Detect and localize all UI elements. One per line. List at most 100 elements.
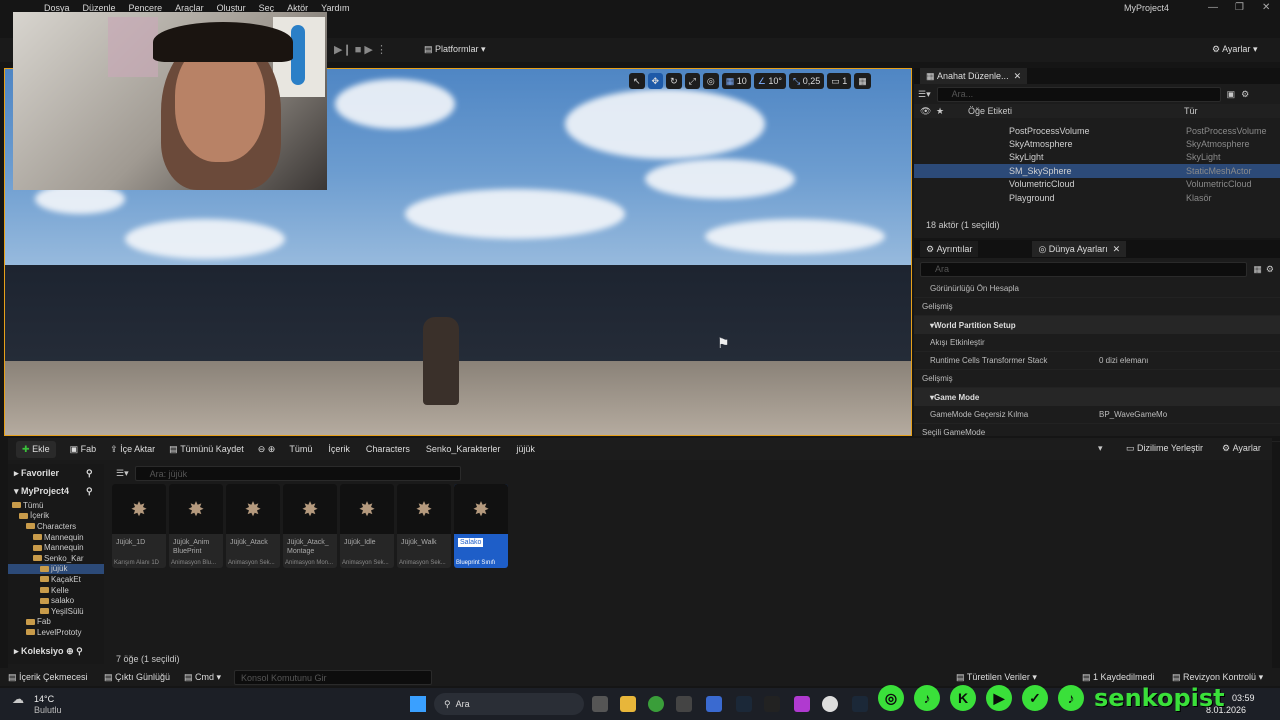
- details-section[interactable]: ▾ Game Mode: [914, 388, 1280, 406]
- breadcrumb-item[interactable]: İçerik: [328, 444, 350, 454]
- asset-tile[interactable]: ✸ Salako Blueprint Sınıfı: [454, 484, 508, 568]
- outliner-row[interactable]: SkyLight SkyLight: [914, 151, 1280, 164]
- add-button[interactable]: ✚ Ekle: [16, 440, 56, 458]
- content-settings-button[interactable]: ⚙ Ayarlar: [1222, 443, 1261, 454]
- outliner-tab[interactable]: ▦ Anahat Düzenle... ✕: [920, 68, 1028, 84]
- details-property-row[interactable]: GameMode Geçersiz Kılma BP_WaveGameMo: [914, 406, 1280, 424]
- rotate-tool-icon[interactable]: ↻: [666, 73, 682, 89]
- play-controls[interactable]: ▶❙ ■ ▶ ⋮: [334, 43, 387, 56]
- tree-folder[interactable]: Tümü: [8, 500, 104, 511]
- settings-button[interactable]: ⚙ Ayarlar ▾: [1212, 44, 1257, 55]
- content-drawer-button[interactable]: ▤ İçerik Çekmecesi: [8, 672, 88, 683]
- steam-icon[interactable]: [736, 696, 752, 712]
- breadcrumb-item[interactable]: Senko_Karakterler: [426, 444, 501, 454]
- outliner-row[interactable]: SM_SkySphere StaticMeshActor: [914, 164, 1280, 178]
- scale-tool-icon[interactable]: ⤢: [684, 73, 700, 89]
- player-start-icon[interactable]: ⚑: [717, 335, 730, 352]
- epic-icon[interactable]: [764, 696, 780, 712]
- tree-folder[interactable]: LevelPrototy: [8, 627, 104, 638]
- maximize-icon[interactable]: ❐: [1235, 2, 1244, 13]
- move-tool-icon[interactable]: ✥: [647, 73, 664, 89]
- history-icons[interactable]: ⊖ ⊕: [258, 444, 276, 455]
- cmd-dropdown[interactable]: ▤ Cmd ▾: [184, 672, 221, 683]
- asset-tile[interactable]: ✸ Jüjük_Walk Animasyon Sek...: [397, 484, 451, 568]
- tree-folder[interactable]: YeşilSülü: [8, 606, 104, 617]
- breadcrumb-dropdown-icon[interactable]: ▾: [1098, 443, 1103, 454]
- details-property-row[interactable]: Akışı Etkinleştir: [914, 334, 1280, 352]
- asset-filter-icon[interactable]: ☰▾: [116, 468, 129, 479]
- app-icon[interactable]: [676, 696, 692, 712]
- world-icon[interactable]: ◎: [702, 73, 719, 89]
- visibility-icon[interactable]: 👁: [920, 106, 931, 117]
- layout-icon[interactable]: ▦: [854, 73, 871, 89]
- tree-folder[interactable]: jüjük: [8, 563, 104, 575]
- tree-folder[interactable]: Kelle: [8, 585, 104, 596]
- tree-folder[interactable]: KaçakEt: [8, 574, 104, 585]
- scale-snap-button[interactable]: ⤡ 0,25: [788, 73, 825, 89]
- asset-search-input[interactable]: Ara: jüjük: [134, 466, 461, 481]
- unreal-icon[interactable]: [822, 696, 838, 712]
- revision-control-button[interactable]: ▤ Revizyon Kontrolü ▾: [1172, 672, 1263, 683]
- tree-folder[interactable]: Mannequin: [8, 532, 104, 543]
- outliner-col-label[interactable]: Öğe Etiketi: [968, 106, 1012, 116]
- steam2-icon[interactable]: [852, 696, 868, 712]
- project-section[interactable]: ▾ MyProject4 ⚲: [8, 482, 104, 500]
- save-all-button[interactable]: ▤ Tümünü Kaydet: [169, 444, 244, 455]
- tree-folder[interactable]: salako: [8, 595, 104, 606]
- camera-speed-button[interactable]: ▭ 1: [827, 73, 852, 89]
- star-icon[interactable]: ★: [936, 106, 944, 117]
- favorites-section[interactable]: ▸ Favoriler ⚲: [8, 464, 104, 482]
- tree-folder[interactable]: Characters: [8, 521, 104, 532]
- collections-section[interactable]: ▸ Koleksiyo ⊕ ⚲: [8, 642, 104, 660]
- tree-folder[interactable]: Senko_Kar: [8, 553, 104, 564]
- details-subgroup[interactable]: Gelişmiş: [914, 370, 1280, 388]
- outliner-row[interactable]: Playground Klasör: [914, 191, 1280, 204]
- dock-layout-button[interactable]: ▭ Dizilime Yerleştir: [1126, 443, 1203, 454]
- select-tool-icon[interactable]: ↖: [629, 73, 645, 89]
- console-input[interactable]: Konsol Komutunu Gir: [234, 670, 432, 685]
- import-button[interactable]: ⇪ İçe Aktar: [110, 444, 155, 455]
- details-layout-icon[interactable]: ▦: [1253, 264, 1262, 275]
- world-settings-tab[interactable]: ◎ Dünya Ayarları ✕: [1032, 241, 1127, 257]
- asset-tile[interactable]: ✸ Jüjük_Idle Animasyon Sek...: [340, 484, 394, 568]
- close-icon[interactable]: ✕: [1262, 2, 1270, 13]
- details-section[interactable]: ▾ World Partition Setup: [914, 316, 1280, 334]
- breadcrumb-item[interactable]: Characters: [366, 444, 410, 454]
- asset-tile[interactable]: ✸ Jüjük_Anim BluePrint Animasyon Blu...: [169, 484, 223, 568]
- grid-snap-button[interactable]: ▦ 10: [721, 73, 751, 89]
- chrome-icon[interactable]: [648, 696, 664, 712]
- twitch-icon[interactable]: [794, 696, 810, 712]
- tree-folder[interactable]: Fab: [8, 617, 104, 628]
- angle-snap-button[interactable]: ∠ 10°: [753, 73, 786, 89]
- details-search-input[interactable]: Ara: [920, 261, 1248, 277]
- filter-icon[interactable]: ☰▾: [918, 89, 931, 100]
- folder-add-icon[interactable]: ▣: [1227, 89, 1236, 100]
- minimize-icon[interactable]: —: [1208, 2, 1218, 13]
- platforms-button[interactable]: ▤ Platformlar ▾: [424, 44, 486, 55]
- details-property-row[interactable]: Runtime Cells Transformer Stack 0 dizi el…: [914, 352, 1280, 370]
- derived-data-button[interactable]: ▤ Türetilen Veriler ▾: [956, 672, 1037, 683]
- outliner-search-input[interactable]: Ara...: [936, 86, 1221, 102]
- details-settings-icon[interactable]: ⚙: [1266, 264, 1274, 275]
- file-explorer-icon[interactable]: [620, 696, 636, 712]
- fab-button[interactable]: ▣ Fab: [70, 444, 97, 455]
- output-log-button[interactable]: ▤ Çıktı Günlüğü: [104, 672, 170, 683]
- vscode-icon[interactable]: [706, 696, 722, 712]
- start-icon[interactable]: [410, 696, 426, 712]
- tree-folder[interactable]: Mannequin: [8, 542, 104, 553]
- outliner-settings-icon[interactable]: ⚙: [1241, 89, 1249, 100]
- asset-tile[interactable]: ✸ Jüjük_1D Karışım Alanı 1D: [112, 484, 166, 568]
- character-actor[interactable]: [423, 317, 459, 405]
- taskbar-search[interactable]: ⚲ Ara: [434, 693, 584, 715]
- asset-tile[interactable]: ✸ Jüjük_Atack_ Montage Animasyon Mon...: [283, 484, 337, 568]
- task-view-icon[interactable]: [592, 696, 608, 712]
- project-search-icon[interactable]: ⚲: [86, 486, 93, 497]
- outliner-row[interactable]: SkyAtmosphere SkyAtmosphere: [914, 137, 1280, 150]
- unsaved-button[interactable]: ▤ 1 Kaydedilmedi: [1082, 672, 1155, 683]
- outliner-col-type[interactable]: Tür: [1184, 106, 1198, 116]
- details-property-row[interactable]: Görünürlüğü Ön Hesapla: [914, 280, 1280, 298]
- outliner-row[interactable]: VolumetricCloud VolumetricCloud: [914, 178, 1280, 191]
- breadcrumb-item[interactable]: jüjük: [516, 444, 535, 454]
- outliner-row[interactable]: PostProcessVolume PostProcessVolume: [914, 124, 1280, 137]
- details-subgroup[interactable]: Gelişmiş: [914, 298, 1280, 316]
